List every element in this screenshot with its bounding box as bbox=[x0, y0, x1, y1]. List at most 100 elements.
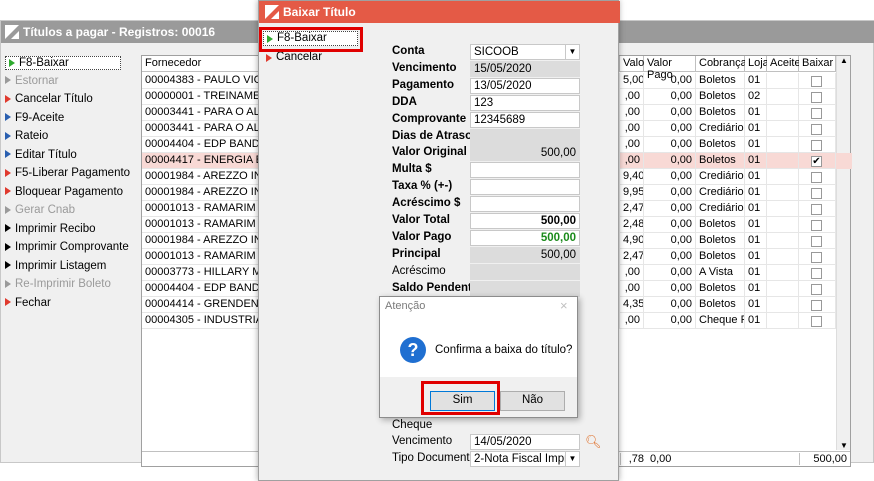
baixar-checkbox[interactable] bbox=[811, 108, 822, 119]
sidebar-item-f9-aceite[interactable]: F9-Aceite bbox=[5, 112, 64, 124]
column-header-baixar[interactable]: Baixar bbox=[799, 56, 836, 72]
highlight-sim-button bbox=[421, 381, 500, 415]
close-icon[interactable]: × bbox=[560, 298, 568, 313]
field-input: 15/05/2020 bbox=[470, 60, 580, 77]
field-input[interactable] bbox=[470, 162, 580, 179]
baixar-checkbox[interactable] bbox=[811, 300, 822, 311]
play-icon bbox=[5, 150, 11, 159]
play-icon bbox=[5, 168, 11, 177]
chevron-down-icon[interactable]: ▼ bbox=[565, 452, 579, 466]
field-label: Pagamento bbox=[392, 78, 454, 91]
field-input[interactable]: 123 bbox=[470, 94, 580, 111]
valor-cell: 2,47 bbox=[620, 201, 644, 217]
chevron-up-icon[interactable]: ▲ bbox=[840, 56, 848, 65]
field-value: 15/05/2020 bbox=[474, 62, 532, 75]
sidebar-item-cancelar-t-tulo[interactable]: Cancelar Título bbox=[5, 93, 93, 105]
loja-cell: 01 bbox=[745, 265, 767, 281]
column-header-cobranca[interactable]: Cobrança bbox=[696, 56, 747, 72]
play-icon bbox=[5, 279, 11, 288]
field-input[interactable]: SICOOB ▼ bbox=[470, 44, 580, 60]
loja-cell: 01 bbox=[745, 249, 767, 265]
field-input[interactable] bbox=[470, 196, 580, 213]
confirm-message: Confirma a baixa do título? bbox=[435, 344, 573, 356]
field-value: 500,00 bbox=[540, 248, 576, 261]
confirm-title: Atenção bbox=[385, 300, 426, 312]
sidebar-item-fechar[interactable]: Fechar bbox=[5, 297, 51, 309]
cobranca-cell: Boletos bbox=[696, 105, 745, 121]
sidebar-item-f5-liberar-pagamento[interactable]: F5-Liberar Pagamento bbox=[5, 167, 130, 179]
valor-pago-cell: 0,00 bbox=[644, 153, 696, 169]
baixar-checkbox[interactable] bbox=[811, 252, 822, 263]
sidebar-item-label: Imprimir Recibo bbox=[15, 222, 96, 235]
baixar-checkbox[interactable] bbox=[811, 316, 822, 327]
valor-cell: 9,40 bbox=[620, 169, 644, 185]
tipo-documento-select[interactable]: 2-Nota Fiscal Impres ▼ bbox=[470, 451, 580, 467]
field-label: Valor Pago bbox=[392, 230, 452, 243]
aceite-cell bbox=[767, 217, 799, 233]
valor-cell: 2,47 bbox=[620, 249, 644, 265]
baixar-checkbox[interactable] bbox=[811, 76, 822, 87]
baixar-checkbox[interactable] bbox=[811, 220, 822, 231]
footer-valor-pago: 0,00 bbox=[650, 453, 672, 465]
column-header-valor[interactable]: Valor bbox=[620, 56, 648, 72]
field-label: Saldo Pendente bbox=[392, 281, 479, 294]
play-icon bbox=[5, 261, 11, 270]
sidebar-item-f8-baixar[interactable]: F8-Baixar bbox=[5, 56, 121, 70]
aceite-cell bbox=[767, 169, 799, 185]
vencimento-bottom-input[interactable]: 14/05/2020 bbox=[470, 434, 580, 450]
sidebar-item-editar-t-tulo[interactable]: Editar Título bbox=[5, 149, 77, 161]
column-header-loja[interactable]: Loja bbox=[745, 56, 769, 72]
sidebar-item-imprimir-comprovante[interactable]: Imprimir Comprovante bbox=[5, 241, 129, 253]
field-input[interactable]: 13/05/2020 bbox=[470, 77, 580, 94]
valor-cell: 5,00 bbox=[620, 73, 644, 89]
valor-pago-cell: 0,00 bbox=[644, 137, 696, 153]
sidebar-item-imprimir-recibo[interactable]: Imprimir Recibo bbox=[5, 223, 96, 235]
valor-cell: ,00 bbox=[620, 153, 644, 169]
cancelar-menu-item[interactable]: Cancelar bbox=[263, 51, 358, 66]
baixar-checkbox[interactable] bbox=[811, 124, 822, 135]
column-header-aceite[interactable]: Aceite bbox=[767, 56, 801, 72]
field-value: 123 bbox=[474, 96, 494, 109]
baixar-checkbox[interactable] bbox=[811, 284, 822, 295]
baixar-checkbox[interactable] bbox=[811, 204, 822, 215]
column-header-valor-pago[interactable]: Valor Pago bbox=[644, 56, 696, 81]
baixar-checkbox[interactable] bbox=[811, 268, 822, 279]
field-input[interactable]: 500,00 bbox=[470, 213, 580, 229]
aceite-cell bbox=[767, 313, 799, 329]
sidebar-item-gerar-cnab: Gerar Cnab bbox=[5, 204, 75, 216]
baixar-cell bbox=[799, 105, 836, 121]
baixar-checkbox[interactable] bbox=[811, 236, 822, 247]
baixar-cell bbox=[799, 137, 836, 153]
baixar-checkbox[interactable] bbox=[811, 188, 822, 199]
sidebar-item-label: Imprimir Listagem bbox=[15, 259, 107, 272]
field-input[interactable]: 500,00 bbox=[470, 229, 580, 246]
search-icon[interactable]: 🔍︎ bbox=[585, 434, 602, 450]
chevron-down-icon[interactable]: ▼ bbox=[565, 45, 579, 59]
baixar-checkbox[interactable] bbox=[811, 140, 822, 151]
baixar-checkbox[interactable] bbox=[811, 172, 822, 183]
field-input[interactable]: 12345689 bbox=[470, 111, 580, 128]
field-input[interactable] bbox=[470, 179, 580, 196]
valor-pago-cell: 0,00 bbox=[644, 169, 696, 185]
play-icon bbox=[5, 298, 11, 307]
sidebar-item-rateio[interactable]: Rateio bbox=[5, 130, 48, 142]
valor-pago-cell: 0,00 bbox=[644, 105, 696, 121]
play-icon bbox=[266, 54, 272, 62]
baixar-cell bbox=[799, 281, 836, 297]
field-label: Comprovante bbox=[392, 112, 467, 125]
tipo-documento-label: Tipo Documento bbox=[392, 452, 476, 464]
field-input bbox=[470, 263, 580, 280]
aceite-cell bbox=[767, 265, 799, 281]
baixar-checkbox[interactable] bbox=[811, 92, 822, 103]
sidebar-item-imprimir-listagem[interactable]: Imprimir Listagem bbox=[5, 260, 106, 272]
baixar-checkbox[interactable]: ✔ bbox=[811, 156, 822, 167]
valor-cell: ,00 bbox=[620, 281, 644, 297]
loja-cell: 01 bbox=[745, 121, 767, 137]
sidebar-item-label: Estornar bbox=[15, 74, 59, 87]
valor-pago-cell: 0,00 bbox=[644, 265, 696, 281]
valor-pago-cell: 0,00 bbox=[644, 185, 696, 201]
nao-button[interactable]: Não bbox=[500, 391, 565, 411]
sidebar-item-bloquear-pagamento[interactable]: Bloquear Pagamento bbox=[5, 186, 123, 198]
play-icon bbox=[5, 113, 11, 122]
chevron-down-icon[interactable]: ▼ bbox=[840, 441, 848, 450]
